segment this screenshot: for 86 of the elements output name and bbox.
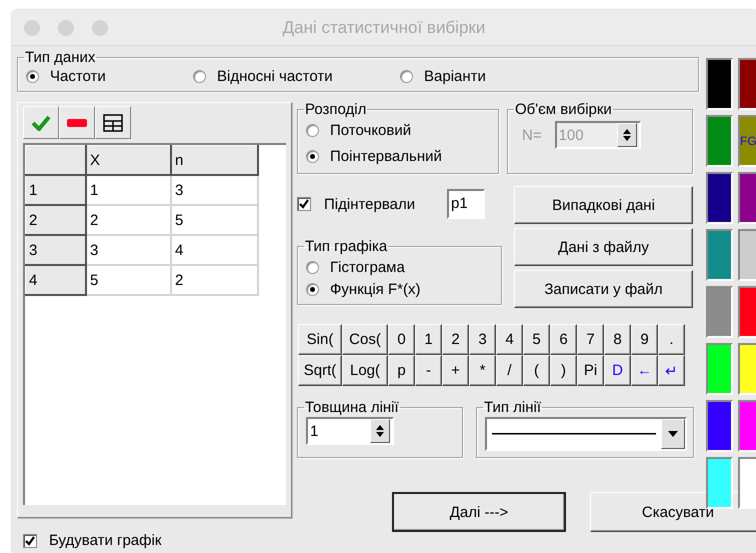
group-label: Розподіл bbox=[304, 102, 368, 117]
next-button[interactable]: Далі ---> bbox=[392, 492, 566, 532]
keypad-key[interactable]: 4 bbox=[496, 324, 523, 355]
field-label: N= bbox=[522, 126, 542, 144]
toolbar-button[interactable] bbox=[95, 106, 131, 139]
radio-button[interactable] bbox=[306, 282, 319, 296]
color-swatch[interactable] bbox=[706, 343, 733, 395]
keypad-key[interactable]: ↵ bbox=[658, 355, 685, 386]
color-swatch[interactable] bbox=[706, 229, 733, 281]
keypad-key[interactable]: 3 bbox=[469, 324, 496, 355]
column-header: n bbox=[171, 146, 258, 175]
radio-label[interactable]: Поточковий bbox=[330, 122, 412, 138]
keypad-key[interactable]: 7 bbox=[577, 324, 604, 355]
color-swatch[interactable] bbox=[706, 115, 733, 167]
keypad-key[interactable]: 5 bbox=[523, 324, 550, 355]
keypad-key[interactable]: 9 bbox=[631, 324, 658, 355]
keypad-key[interactable]: Sqrt( bbox=[298, 355, 342, 386]
radio-button[interactable] bbox=[193, 70, 206, 82]
minus-icon bbox=[67, 118, 87, 126]
radio-label[interactable]: Відносні частоти bbox=[217, 68, 333, 84]
checkbox-label[interactable]: Підінтервали bbox=[324, 196, 447, 212]
group-label: Товщина лінії bbox=[304, 400, 400, 415]
table-cell[interactable]: 1 bbox=[86, 175, 171, 205]
radio-label[interactable]: Поінтервальний bbox=[330, 148, 442, 164]
header-cell bbox=[26, 146, 86, 175]
keypad-key[interactable]: D bbox=[604, 355, 631, 386]
radio-label[interactable]: Функція F*(x) bbox=[330, 280, 420, 298]
keypad-key[interactable]: ← bbox=[631, 355, 658, 386]
keypad-key[interactable]: / bbox=[496, 355, 523, 386]
keypad-key[interactable]: + bbox=[442, 355, 469, 386]
radio-button[interactable] bbox=[306, 124, 319, 136]
color-swatch[interactable] bbox=[706, 400, 733, 452]
keypad-key[interactable]: 8 bbox=[604, 324, 631, 355]
window-title: Дані статистичної вибірки bbox=[282, 18, 486, 38]
keypad-key[interactable]: Log( bbox=[342, 355, 388, 386]
table-icon bbox=[103, 114, 123, 132]
keypad-key[interactable]: - bbox=[415, 355, 442, 386]
color-swatch[interactable] bbox=[706, 286, 733, 338]
action-button[interactable]: Випадкові дані bbox=[514, 186, 693, 224]
keypad-key[interactable]: 6 bbox=[550, 324, 577, 355]
radio-label[interactable]: Гістограма bbox=[330, 258, 405, 276]
table-cell[interactable]: 4 bbox=[171, 235, 258, 265]
radio-label[interactable]: Варіанти bbox=[424, 68, 486, 84]
group-label: Тип лінії bbox=[483, 400, 542, 415]
row-header: 2 bbox=[26, 205, 86, 235]
table-cell[interactable]: 3 bbox=[86, 235, 171, 265]
keypad-key[interactable]: Pi bbox=[577, 355, 604, 386]
table-cell[interactable]: 5 bbox=[171, 205, 258, 235]
table-cell[interactable]: 2 bbox=[171, 265, 258, 295]
check-icon bbox=[31, 114, 51, 130]
column-header: X bbox=[86, 146, 171, 175]
group-label: Об'єм вибірки bbox=[514, 102, 613, 117]
table-cell[interactable]: 3 bbox=[171, 175, 258, 205]
action-button[interactable]: Записати у файл bbox=[514, 270, 693, 308]
row-header: 1 bbox=[26, 175, 86, 205]
row-header: 4 bbox=[26, 265, 86, 295]
keypad-key[interactable]: 1 bbox=[415, 324, 442, 355]
number-spinner[interactable]: 1 bbox=[306, 417, 394, 445]
radio-button[interactable] bbox=[400, 70, 413, 82]
spin-buttons[interactable] bbox=[370, 419, 390, 443]
keypad-key[interactable]: Cos( bbox=[342, 324, 388, 355]
radio-button[interactable] bbox=[306, 150, 319, 162]
group-label: Тип даних bbox=[24, 50, 96, 65]
checkbox-label[interactable]: Будувати графік bbox=[49, 532, 162, 549]
checkbox[interactable] bbox=[23, 534, 37, 548]
keypad-key[interactable]: . bbox=[658, 324, 685, 355]
radio-label[interactable]: Частоти bbox=[50, 68, 106, 84]
checkbox[interactable] bbox=[297, 197, 311, 211]
group-label: Тип графіка bbox=[304, 239, 388, 254]
radio-button[interactable] bbox=[26, 70, 39, 82]
radio-button[interactable] bbox=[306, 260, 319, 274]
table-cell[interactable]: 5 bbox=[86, 265, 171, 295]
keypad-key[interactable]: ( bbox=[523, 355, 550, 386]
keypad-key[interactable]: Sin( bbox=[298, 324, 342, 355]
row-header: 3 bbox=[26, 235, 86, 265]
color-swatch[interactable] bbox=[706, 58, 733, 110]
action-button[interactable]: Дані з файлу bbox=[514, 228, 693, 266]
keypad-key[interactable]: 0 bbox=[388, 324, 415, 355]
text-field[interactable]: p1 bbox=[447, 189, 485, 219]
keypad-key[interactable]: ) bbox=[550, 355, 577, 386]
keypad-key[interactable]: * bbox=[469, 355, 496, 386]
color-swatch[interactable] bbox=[706, 172, 733, 224]
keypad-key[interactable]: p bbox=[388, 355, 415, 386]
table-cell[interactable]: 2 bbox=[86, 205, 171, 235]
keypad-key[interactable]: 2 bbox=[442, 324, 469, 355]
line-style-dropdown[interactable] bbox=[485, 417, 687, 451]
